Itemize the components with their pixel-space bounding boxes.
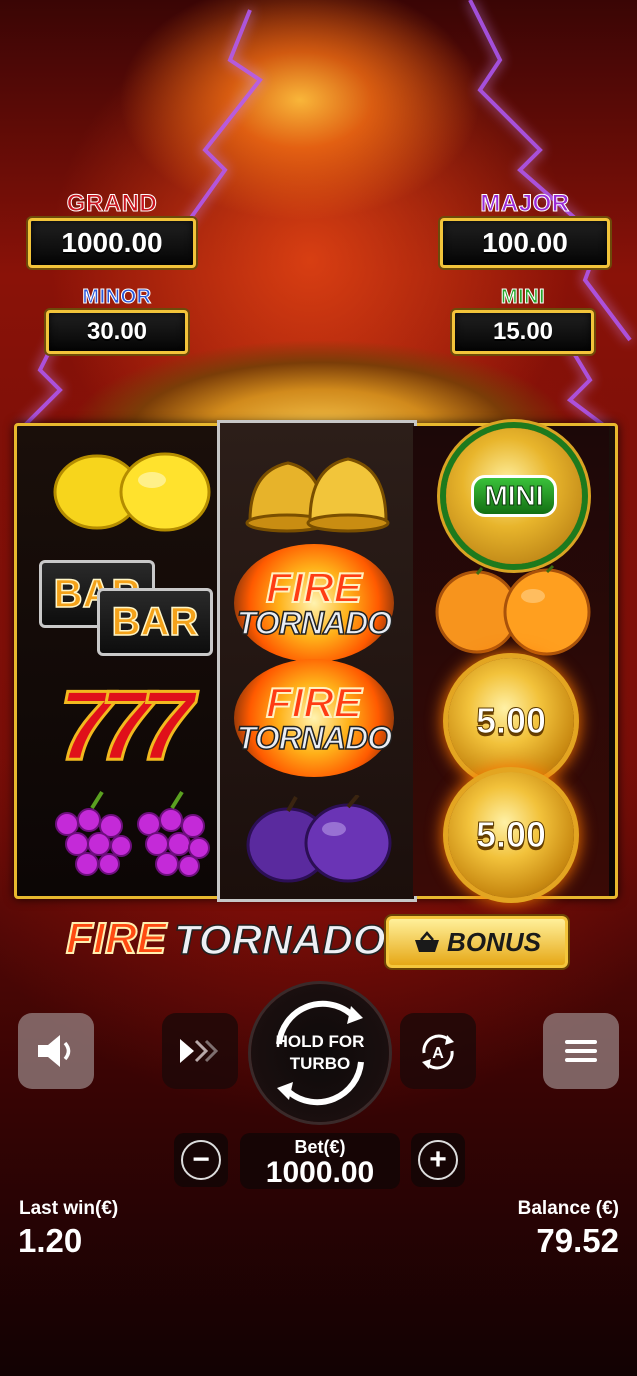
last-win-value: 1.20 (18, 1222, 83, 1259)
grapes-icon (55, 790, 210, 877)
orange-icon (435, 564, 591, 656)
coin-symbol-2: 5.00 (441, 772, 581, 898)
jackpot-grand-label: GRAND (66, 190, 158, 218)
reel-left: BAR BAR 7 7 7 (17, 426, 215, 896)
mini-coin-label: MINI (471, 475, 557, 517)
bar-symbol: BAR BAR (37, 556, 213, 656)
logo-fire-text: FIRE (65, 913, 167, 964)
jackpot-major: MAJOR 100.00 (440, 190, 610, 268)
bar-tile-front: BAR (97, 588, 213, 656)
autoplay-icon: A (422, 1034, 454, 1070)
jackpot-major-label: MAJOR (480, 190, 570, 218)
fire-tornado-text-2: FIRE TORNADO (236, 678, 393, 756)
plus-icon: + (418, 1140, 458, 1180)
logo-tornado-text: TORNADO (173, 915, 386, 964)
jackpot-minor-value: 30.00 (46, 310, 188, 354)
balance-label: Balance (€) (517, 1198, 619, 1219)
coin-value-2: 5.00 (475, 814, 547, 856)
fire-tornado-text-1: FIRE TORNADO (236, 563, 393, 641)
menu-button[interactable] (543, 1013, 619, 1089)
fire-tornado-symbol-1: FIRE TORNADO (220, 544, 408, 662)
sound-button[interactable] (18, 1013, 94, 1089)
tornado-word: TORNADO (236, 719, 393, 756)
mini-coin-symbol: MINI (439, 428, 589, 564)
spin-label-line1: HOLD FOR (275, 1031, 365, 1051)
jackpot-minor-label: MINOR (82, 286, 152, 309)
game-logo: FIRE TORNADO BONUS (65, 913, 568, 970)
last-win-label: Last win(€) (19, 1198, 119, 1219)
balance-value: 79.52 (536, 1222, 619, 1259)
turbo-button[interactable] (162, 1013, 238, 1089)
svg-text:A: A (432, 1045, 444, 1062)
lemon-icon (53, 452, 211, 532)
seven-glyph-3: 7 (138, 668, 195, 781)
coin-symbol-1: 5.00 (441, 658, 581, 784)
basket-icon (415, 931, 440, 952)
bell-symbol (230, 441, 400, 541)
fire-word: FIRE (265, 678, 363, 726)
jackpot-major-value: 100.00 (440, 218, 610, 268)
bet-value: 1000.00 (265, 1156, 375, 1189)
hamburger-icon (565, 1040, 597, 1062)
plum-icon (246, 795, 392, 883)
seven-glyph-1: 7 (57, 668, 114, 781)
bet-decrease-button[interactable]: − (174, 1133, 228, 1187)
gold-coin-1: 5.00 (448, 658, 574, 784)
jackpot-grand-value: 1000.00 (28, 218, 196, 268)
autoplay-button[interactable]: A (400, 1013, 476, 1089)
bet-display: Bet(€) 1000.00 (240, 1133, 400, 1189)
minus-icon: − (181, 1140, 221, 1180)
logo-bonus-text: BONUS (447, 926, 541, 957)
gold-coin-2: 5.00 (448, 772, 574, 898)
reel-grid: BAR BAR 7 7 7 (14, 420, 618, 902)
jackpot-grand: GRAND 1000.00 (28, 190, 196, 268)
jackpot-mini-label: MINI (500, 286, 546, 309)
speaker-icon (38, 1035, 71, 1067)
grapes-symbol (37, 786, 217, 886)
plum-symbol (230, 795, 400, 885)
bet-label: Bet(€) (294, 1137, 346, 1157)
orange-symbol (427, 564, 597, 656)
fire-word: FIRE (265, 563, 363, 611)
lemon-symbol (47, 452, 217, 532)
bet-increase-button[interactable]: + (411, 1133, 465, 1187)
spin-button[interactable]: HOLD FOR TURBO (251, 984, 389, 1122)
reel-right: MINI 5.00 5.00 (413, 426, 609, 898)
reel-middle: FIRE TORNADO FIRE TORNADO (217, 420, 417, 902)
spin-label-line2: TURBO (289, 1054, 351, 1073)
fire-tornado-symbol-2: FIRE TORNADO (220, 659, 408, 777)
bell-icon (245, 457, 390, 533)
spin-label: HOLD FOR TURBO (276, 1031, 365, 1075)
jackpot-minor: MINOR 30.00 (46, 286, 188, 354)
fast-forward-icon (180, 1039, 219, 1063)
jackpot-mini: MINI 15.00 (452, 286, 594, 354)
tornado-word: TORNADO (236, 604, 393, 641)
seven-symbol: 7 7 7 (39, 668, 214, 781)
logo-bonus-badge: BONUS (386, 916, 568, 968)
jackpot-mini-value: 15.00 (452, 310, 594, 354)
mini-coin: MINI (446, 428, 582, 564)
seven-glyph-2: 7 (98, 668, 155, 781)
coin-value-1: 5.00 (475, 700, 547, 742)
